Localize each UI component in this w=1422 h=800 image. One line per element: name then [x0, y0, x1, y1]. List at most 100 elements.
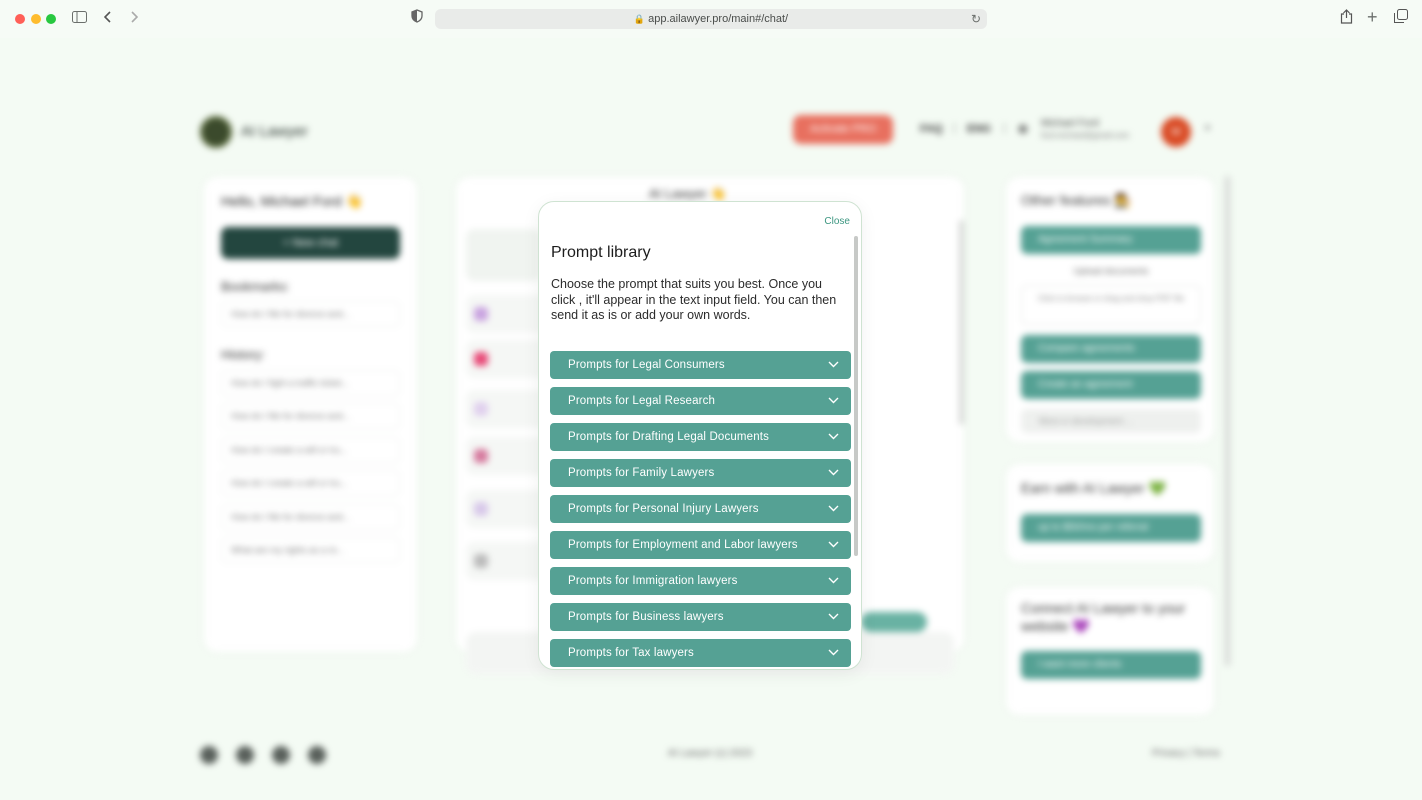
history-item[interactable]: How do I file for divorce and... [221, 403, 400, 429]
chevron-down-icon [828, 351, 842, 379]
page-scrollbar[interactable] [1225, 176, 1230, 666]
other-features-panel: Other features 🧑‍⚖️ Agreement Summary Up… [1005, 176, 1215, 443]
accordion-label: Prompts for Legal Consumers [568, 359, 725, 371]
url-text: app.ailawyer.pro/main#/chat/ [648, 13, 789, 25]
bookmark-item[interactable]: How do I file for divorce and... [221, 301, 400, 327]
chevron-down-icon [828, 387, 842, 415]
prompt-library-modal: Close Prompt library Choose the prompt t… [538, 201, 862, 670]
connect-heading: Connect AI Lawyer to your website 💜 [1021, 600, 1186, 634]
modal-title: Prompt library [551, 244, 651, 261]
earn-panel: Earn with AI Lawyer 💚 up to $50/mo per r… [1005, 463, 1215, 563]
settings-icon[interactable]: ⚙ [1018, 123, 1028, 136]
create-agreement-button[interactable]: Create an agreement [1021, 371, 1201, 399]
accordion-immigration-lawyers[interactable]: Prompts for Immigration lawyers [550, 567, 851, 595]
social-links [200, 746, 344, 769]
accordion-drafting-legal-documents[interactable]: Prompts for Drafting Legal Documents [550, 423, 851, 451]
chevron-down-icon [828, 531, 842, 559]
accordion-employment-labor-lawyers[interactable]: Prompts for Employment and Labor lawyers [550, 531, 851, 559]
new-tab-icon[interactable]: + [1367, 7, 1378, 27]
greeting: Hello, Michael Ford 👋 [221, 193, 363, 209]
accordion-label: Prompts for Family Lawyers [568, 467, 715, 479]
accordion-legal-research[interactable]: Prompts for Legal Research [550, 387, 851, 415]
accordion-business-lawyers[interactable]: Prompts for Business lawyers [550, 603, 851, 631]
reload-icon[interactable]: ↻ [971, 9, 981, 29]
shield-icon[interactable] [411, 9, 423, 29]
connect-panel: Connect AI Lawyer to your website 💜 I wa… [1005, 586, 1215, 716]
chevron-down-icon [828, 603, 842, 631]
back-icon[interactable] [103, 9, 112, 29]
accordion-personal-injury-lawyers[interactable]: Prompts for Personal Injury Lawyers [550, 495, 851, 523]
more-in-development: More in development ... [1021, 409, 1201, 433]
welcome-message [466, 229, 541, 281]
sidebar-toggle-icon[interactable] [72, 9, 87, 29]
modal-scrollbar[interactable] [854, 236, 858, 556]
accordion-label: Prompts for Legal Research [568, 395, 716, 407]
agreement-summary-button[interactable]: Agreement Summary [1021, 226, 1201, 254]
chevron-down-icon [828, 423, 842, 451]
accordion-tax-lawyers[interactable]: Prompts for Tax lawyers [550, 639, 851, 667]
modal-description: Choose the prompt that suits you best. O… [551, 277, 837, 322]
upload-documents-label: Upload documents [1073, 266, 1149, 276]
language-link[interactable]: ENG [967, 123, 991, 135]
twitter-icon[interactable] [236, 746, 254, 764]
tiktok-icon[interactable] [308, 746, 326, 764]
chevron-down-icon [828, 567, 842, 595]
chevron-down-icon [828, 495, 842, 523]
footer-links[interactable]: Privacy | Terms [1152, 748, 1220, 759]
suggestion-item[interactable] [466, 390, 546, 428]
user-name: Michael Ford [1041, 118, 1099, 129]
chevron-down-icon [828, 639, 842, 667]
left-sidebar: Hello, Michael Ford 👋 + New chat Bookmar… [203, 176, 418, 653]
upload-dropzone[interactable]: Click to browse or drag and drop PDF fil… [1021, 285, 1201, 325]
history-item[interactable]: How do I file for divorce and... [221, 504, 400, 530]
faq-link[interactable]: FAQ [920, 123, 943, 135]
close-button[interactable]: Close [824, 216, 850, 227]
chevron-down-icon [828, 459, 842, 487]
chat-title: AI Lawyer 👋 [649, 186, 727, 201]
address-bar[interactable]: 🔒 app.ailawyer.pro/main#/chat/ ↻ [435, 9, 987, 29]
more-clients-button[interactable]: I want more clients [1021, 651, 1201, 679]
bookmarks-heading: Bookmarks: [221, 279, 290, 294]
facebook-icon[interactable] [272, 746, 290, 764]
history-item[interactable]: How do I fight a traffic ticket... [221, 370, 400, 396]
nav-separator: | [1003, 122, 1006, 134]
activate-pro-button[interactable]: Activate PRO [793, 115, 893, 144]
nav-separator: | [953, 122, 956, 134]
forward-icon[interactable] [130, 9, 139, 29]
other-features-heading: Other features 🧑‍⚖️ [1021, 192, 1132, 208]
suggestion-item[interactable] [466, 340, 546, 378]
user-email: ford.michael@gmail.com [1041, 131, 1130, 140]
avatar[interactable]: M [1161, 117, 1191, 147]
accordion-label: Prompts for Business lawyers [568, 611, 724, 623]
zoom-window-button[interactable] [46, 14, 56, 24]
close-window-button[interactable] [15, 14, 25, 24]
minimize-window-button[interactable] [31, 14, 41, 24]
accordion-family-lawyers[interactable]: Prompts for Family Lawyers [550, 459, 851, 487]
new-chat-button[interactable]: + New chat [221, 227, 400, 259]
accordion-label: Prompts for Tax lawyers [568, 647, 694, 659]
accordion-label: Prompts for Drafting Legal Documents [568, 431, 769, 443]
chat-scrollbar[interactable] [959, 220, 964, 425]
suggestion-item[interactable] [466, 490, 546, 528]
suggestion-item[interactable] [466, 437, 546, 475]
history-item[interactable]: How do I create a will or tru... [221, 470, 400, 496]
copyright: AI Lawyer (c) 2023 [668, 748, 752, 759]
suggestion-item[interactable] [466, 295, 546, 333]
instagram-icon[interactable] [200, 746, 218, 764]
history-item[interactable]: How do I create a will or tru... [221, 437, 400, 463]
accordion-label: Prompts for Employment and Labor lawyers [568, 539, 798, 551]
logo-icon [200, 116, 232, 148]
accordion-label: Prompts for Immigration lawyers [568, 575, 738, 587]
accordion-label: Prompts for Personal Injury Lawyers [568, 503, 759, 515]
tabs-overview-icon[interactable] [1394, 9, 1408, 29]
browser-toolbar: 🔒 app.ailawyer.pro/main#/chat/ ↻ + [0, 0, 1422, 38]
referral-button[interactable]: up to $50/mo per referral [1021, 514, 1201, 542]
share-icon[interactable] [1340, 9, 1353, 30]
chevron-down-icon[interactable]: ▾ [1205, 123, 1210, 134]
earn-heading: Earn with AI Lawyer 💚 [1021, 480, 1167, 496]
prompt-library-pill[interactable] [861, 612, 927, 632]
history-item[interactable]: What are my rights as a re... [221, 537, 400, 563]
compare-agreements-button[interactable]: Compare agreements [1021, 335, 1201, 363]
suggestion-item[interactable] [466, 542, 546, 580]
accordion-legal-consumers[interactable]: Prompts for Legal Consumers [550, 351, 851, 379]
